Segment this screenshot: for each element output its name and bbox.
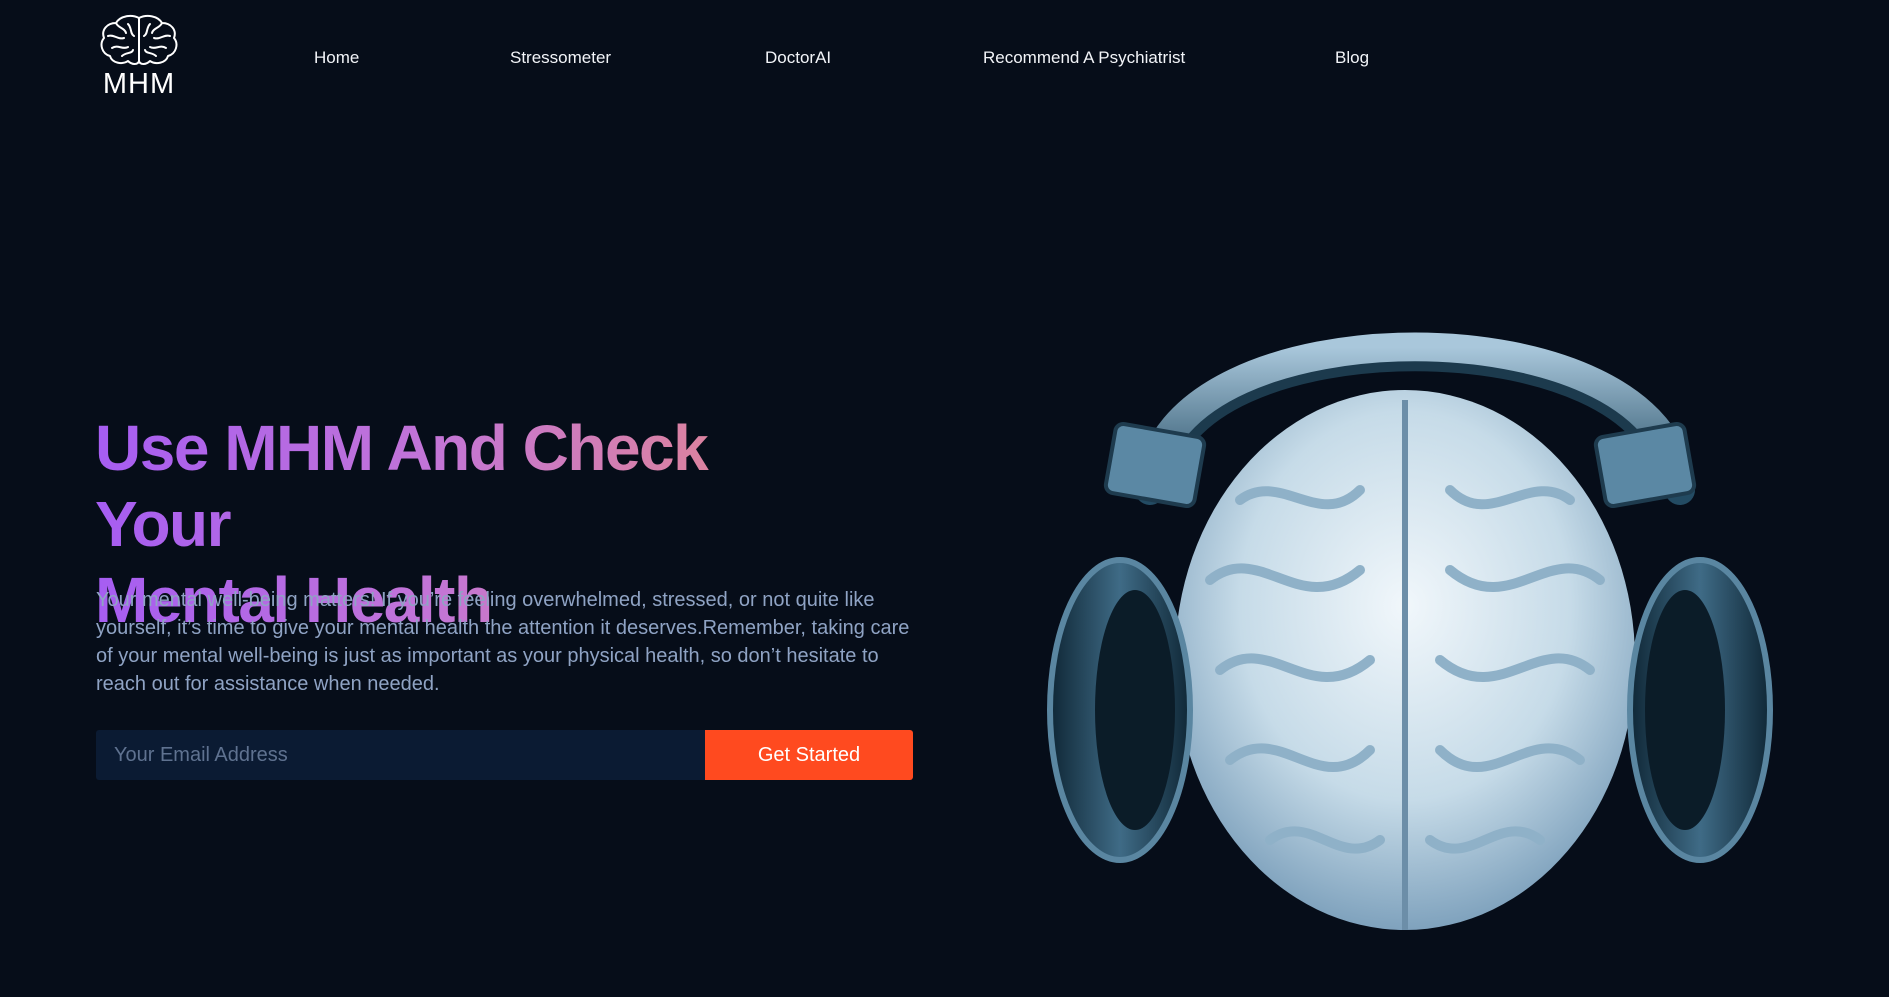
hero-title-line-1: Use MHM And Check Your [95,412,708,560]
hero-description: Your mental well-being matters! If you’r… [96,589,910,695]
nav-recommend-psychiatrist[interactable]: Recommend A Psychiatrist [983,48,1185,68]
landing-page: MHM Home Stressometer DoctorAI Recommend… [0,0,1889,997]
email-input[interactable] [96,730,705,780]
nav-blog[interactable]: Blog [1335,48,1369,68]
logo[interactable]: MHM [96,14,182,101]
brain-with-headphones-illustration [1047,332,1773,930]
nav-home[interactable]: Home [314,48,359,68]
nav-stressometer[interactable]: Stressometer [510,48,611,68]
nav-doctorai[interactable]: DoctorAI [765,48,831,68]
brain-icon [100,14,178,65]
get-started-button[interactable]: Get Started [705,730,913,780]
brand-name: MHM [102,68,176,100]
